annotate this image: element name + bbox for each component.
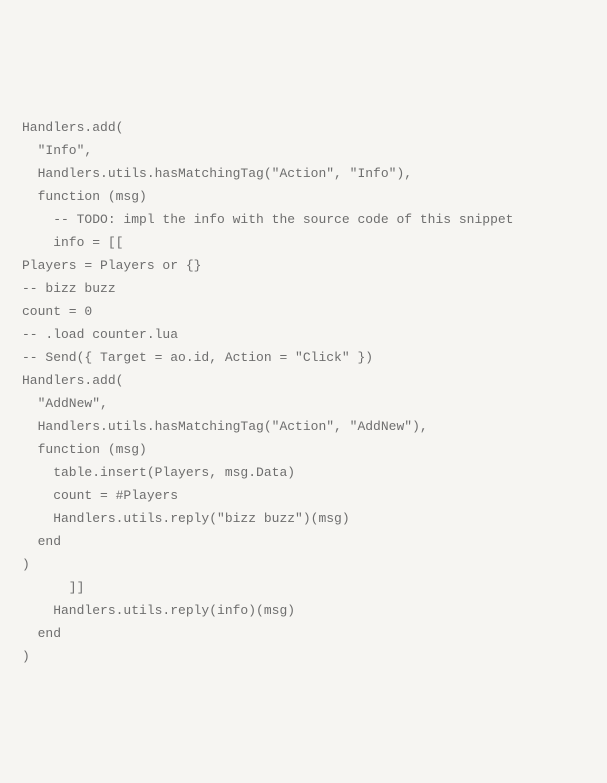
code-line: -- TODO: impl the info with the source c… (22, 208, 585, 231)
code-line: Handlers.add( (22, 116, 585, 139)
code-line: ) (22, 553, 585, 576)
code-line: ) (22, 645, 585, 668)
code-line: info = [[ (22, 231, 585, 254)
code-line: function (msg) (22, 185, 585, 208)
code-line: Handlers.utils.hasMatchingTag("Action", … (22, 415, 585, 438)
code-line: "AddNew", (22, 392, 585, 415)
code-line: end (22, 622, 585, 645)
code-line: count = #Players (22, 484, 585, 507)
code-line: -- .load counter.lua (22, 323, 585, 346)
code-line: Players = Players or {} (22, 254, 585, 277)
code-line: ]] (22, 576, 585, 599)
code-block: Handlers.add( "Info", Handlers.utils.has… (22, 116, 585, 668)
code-line: Handlers.utils.reply("bizz buzz")(msg) (22, 507, 585, 530)
code-line: Handlers.utils.reply(info)(msg) (22, 599, 585, 622)
code-line: Handlers.utils.hasMatchingTag("Action", … (22, 162, 585, 185)
code-line: -- Send({ Target = ao.id, Action = "Clic… (22, 346, 585, 369)
code-line: function (msg) (22, 438, 585, 461)
code-line: "Info", (22, 139, 585, 162)
code-line: Handlers.add( (22, 369, 585, 392)
code-line: count = 0 (22, 300, 585, 323)
code-line: -- bizz buzz (22, 277, 585, 300)
code-line: end (22, 530, 585, 553)
code-line: table.insert(Players, msg.Data) (22, 461, 585, 484)
